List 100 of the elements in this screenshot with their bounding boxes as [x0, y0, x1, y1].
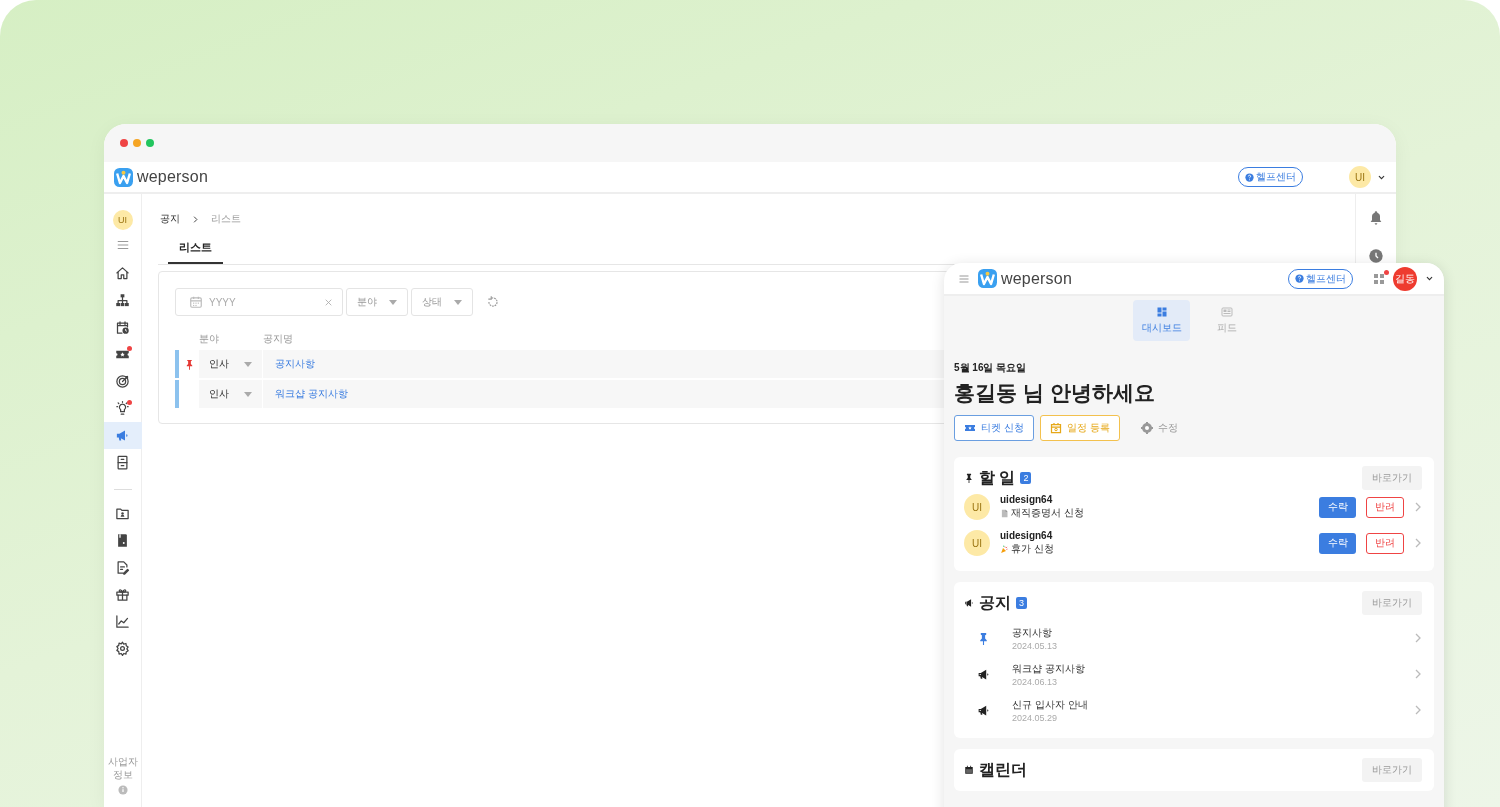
action-button[interactable]: 티켓 신청	[954, 415, 1034, 441]
notice-date: 2024.06.13	[1012, 676, 1059, 687]
logo-icon	[978, 269, 997, 288]
party-popper-icon	[1000, 544, 1009, 554]
category-select[interactable]: 인사	[199, 380, 262, 408]
count-badge: 3	[1016, 597, 1027, 609]
line-chart-icon	[115, 614, 130, 629]
help-icon	[1295, 274, 1304, 283]
pushpin-icon	[964, 473, 974, 483]
caret-icon[interactable]	[1425, 274, 1434, 283]
calendar-clock-icon	[115, 320, 130, 335]
window-control-dot[interactable]	[120, 139, 128, 147]
business-info-label[interactable]: 사업자 정보	[104, 755, 141, 781]
caret-icon	[454, 299, 462, 305]
section-title: 할 일	[979, 467, 1016, 488]
action-button[interactable]: 수정	[1131, 415, 1187, 441]
tab[interactable]: 피드	[1198, 300, 1255, 341]
tab[interactable]: 리스트	[168, 234, 223, 264]
notice-link[interactable]: 워크샵 공지사항	[275, 387, 348, 401]
user-name: uidesign64	[1000, 530, 1054, 541]
chevron-right-icon	[192, 215, 199, 223]
select-field[interactable]: 상태	[411, 288, 473, 316]
menu-icon[interactable]	[115, 238, 130, 252]
accept-button[interactable]: 수락	[1319, 496, 1356, 518]
category-value: 인사	[209, 387, 229, 401]
dashboard-icon	[1155, 306, 1168, 318]
user-avatar: UI	[964, 530, 990, 556]
row-marker	[175, 380, 179, 408]
row-marker	[175, 350, 179, 378]
select-placeholder: 상태	[422, 295, 442, 309]
reject-button[interactable]: 반려	[1366, 496, 1404, 518]
pushpin-icon	[977, 631, 990, 645]
notice-title: 워크샵 공지사항	[1012, 661, 1086, 676]
caret-icon	[244, 361, 252, 367]
window-control-dot[interactable]	[146, 139, 154, 147]
chevron-right-icon	[1414, 705, 1422, 715]
notice-item[interactable]: 신규 입사자 안내 2024.05.29	[964, 692, 1422, 728]
org-chart-icon	[115, 293, 130, 308]
help-center-button[interactable]: 헬프센터	[1238, 167, 1303, 187]
accept-button[interactable]: 수락	[1319, 532, 1356, 554]
notice-item[interactable]: 워크샵 공지사항 2024.06.13	[964, 656, 1422, 692]
user-name: uidesign64	[1000, 494, 1054, 505]
logo-text: weperson	[137, 168, 208, 186]
request-label: 휴가 신청	[1011, 542, 1054, 556]
shortcut-button[interactable]: 바로가기	[1362, 758, 1422, 782]
help-icon	[1245, 172, 1254, 182]
caret-icon	[389, 299, 397, 305]
breadcrumb-item[interactable]: 리스트	[211, 212, 241, 226]
bell-icon[interactable]	[1368, 210, 1384, 226]
logo-text: weperson	[1001, 269, 1072, 288]
notice-title: 신규 입사자 안내	[1012, 697, 1089, 712]
calendar-icon	[964, 765, 974, 775]
column-header: 공지명	[263, 332, 293, 346]
ticket-icon	[964, 422, 976, 434]
user-avatar[interactable]: 길동	[1393, 266, 1417, 291]
user-avatar: UI	[964, 494, 990, 520]
megaphone-icon	[964, 598, 974, 608]
megaphone-icon	[977, 667, 990, 681]
target-icon	[115, 374, 130, 389]
newspaper-icon	[1220, 306, 1233, 318]
window-control-dot[interactable]	[133, 139, 141, 147]
notice-date: 2024.05.13	[1012, 640, 1059, 651]
user-avatar[interactable]: UI	[1349, 166, 1371, 188]
user-avatar[interactable]: UI	[112, 210, 133, 230]
folder-user-icon	[115, 506, 130, 521]
notice-date: 2024.05.29	[1012, 712, 1059, 723]
home-icon	[115, 266, 130, 281]
date-placeholder: YYYY	[209, 296, 236, 308]
apps-icon[interactable]	[1373, 272, 1385, 285]
column-header: 분야	[199, 332, 220, 346]
help-center-button[interactable]: 헬프센터	[1288, 268, 1353, 289]
chevron-right-icon	[1414, 669, 1422, 679]
contact-book-icon	[115, 533, 130, 548]
date-label: 5월 16일 목요일	[954, 361, 1028, 375]
caret-icon	[244, 391, 252, 397]
greeting-heading: 홍길동 님 안녕하세요	[954, 380, 1156, 406]
action-button[interactable]: 일정 등록	[1039, 415, 1120, 441]
notice-title: 공지사항	[1012, 625, 1053, 640]
notice-link[interactable]: 공지사항	[275, 357, 315, 371]
calendar-icon	[1049, 422, 1062, 434]
date-field[interactable]: YYYY	[175, 288, 343, 316]
request-label: 재직증명서 신청	[1011, 506, 1084, 520]
section-title: 공지	[979, 592, 1011, 613]
megaphone-icon	[115, 428, 130, 443]
lightbulb-icon	[115, 401, 130, 416]
shortcut-button[interactable]: 바로가기	[1362, 591, 1422, 615]
gift-icon	[115, 587, 130, 602]
reject-button[interactable]: 반려	[1366, 532, 1404, 554]
breadcrumb-item[interactable]: 공지	[160, 212, 180, 226]
cabinet-icon	[115, 455, 130, 470]
category-select[interactable]: 인사	[199, 350, 262, 378]
count-badge: 2	[1020, 472, 1032, 484]
select-placeholder: 분야	[357, 295, 377, 309]
document-icon	[1000, 508, 1009, 518]
tab[interactable]: 대시보드	[1133, 300, 1190, 341]
notice-item[interactable]: 공지사항 2024.05.13	[964, 620, 1422, 656]
shortcut-button[interactable]: 바로가기	[1362, 466, 1422, 490]
clock-icon[interactable]	[1368, 248, 1384, 264]
megaphone-icon	[977, 703, 990, 717]
select-field[interactable]: 분야	[346, 288, 408, 316]
